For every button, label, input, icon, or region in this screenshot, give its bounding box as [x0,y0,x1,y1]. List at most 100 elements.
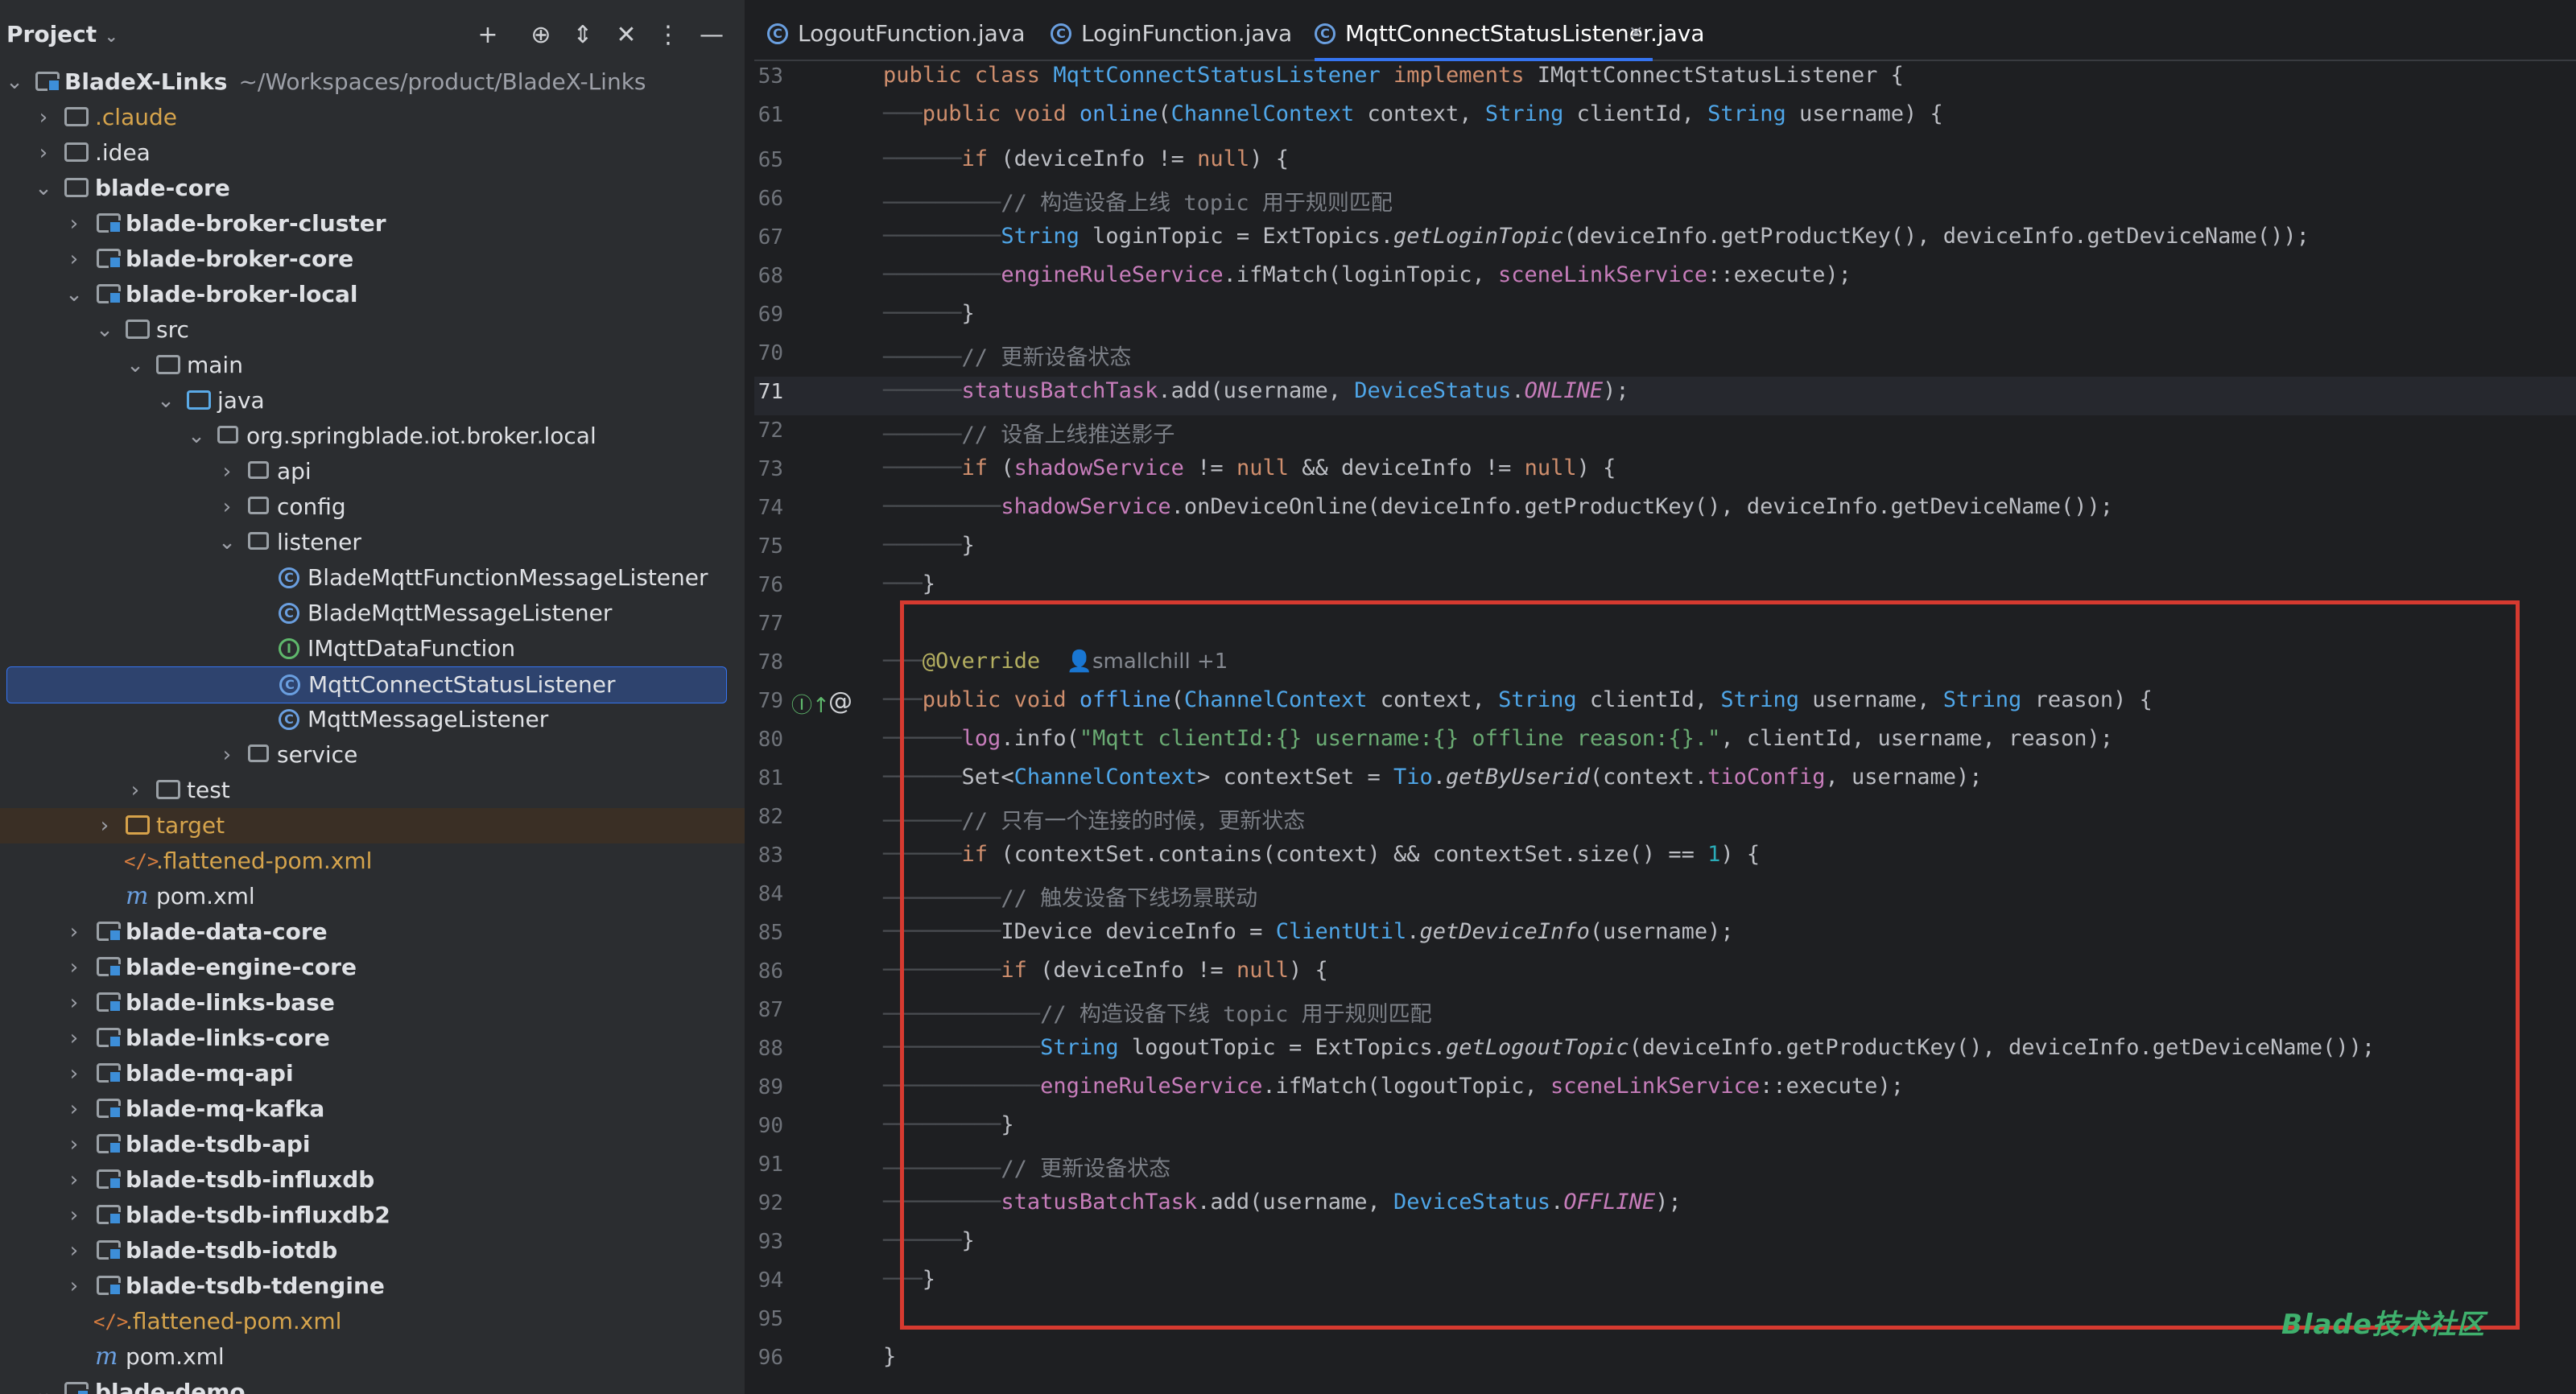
code-line[interactable]: ─────────engineRuleService.ifMatch(login… [883,262,1852,287]
tree-item[interactable]: I IMqttDataFunction [0,631,745,666]
tree-item[interactable]: m pom.xml [0,879,745,914]
tree-item[interactable]: › blade-tsdb-tdengine [0,1268,745,1304]
minimize-icon[interactable]: — [696,19,728,52]
tree-item[interactable]: › blade-links-core [0,1021,745,1056]
chevron-right-icon[interactable]: › [217,454,237,489]
chevron-down-icon[interactable]: ⌄ [34,171,53,206]
chevron-right-icon[interactable]: › [64,1233,84,1268]
line-number: 94 [758,1268,783,1293]
chevron-down-icon[interactable]: ⌄ [5,64,24,100]
tree-item[interactable]: › blade-mq-api [0,1056,745,1091]
tree-item[interactable]: ⌄ org.springblade.iot.broker.local [0,419,745,454]
tree-item[interactable]: › blade-broker-core [0,241,745,277]
code-line[interactable]: ──────} [883,301,975,326]
tree-item[interactable]: ⌄ listener [0,525,745,560]
chevron-right-icon[interactable]: › [64,241,84,277]
code-line[interactable]: public class MqttConnectStatusListener i… [883,63,1904,88]
tree-item[interactable]: C BladeMqttMessageListener [0,596,745,631]
code-line[interactable]: ──────// 更新设备状态 [883,340,1131,371]
chevron-right-icon[interactable]: › [217,489,237,525]
tree-item[interactable]: › blade-mq-kafka [0,1091,745,1127]
tree-item[interactable]: </> .flattened-pom.xml [0,1304,745,1339]
tree-item[interactable]: › .idea [0,135,745,171]
tree-item[interactable]: m pom.xml [0,1339,745,1375]
chevron-down-icon[interactable]: ⌄ [187,419,206,454]
chevron-right-icon[interactable]: › [34,100,53,135]
tree-item-selected[interactable]: C MqttConnectStatusListener [6,666,727,703]
tree-item[interactable]: › blade-tsdb-api [0,1127,745,1162]
chevron-down-icon[interactable]: ⌄ [126,348,145,383]
tree-item[interactable]: ⌄ blade-core [0,171,745,206]
tree-item[interactable]: </> .flattened-pom.xml [0,843,745,879]
locate-icon[interactable]: ⊕ [525,19,557,52]
code-line[interactable]: ─────────String loginTopic = ExtTopics.g… [883,224,2310,249]
tree-item[interactable]: › blade-tsdb-influxdb [0,1162,745,1198]
tree-item[interactable]: › .claude [0,100,745,135]
line-number: 77 [758,612,783,636]
code-line[interactable]: ──────// 设备上线推送影子 [883,417,1174,448]
chevron-right-icon[interactable]: › [64,985,84,1021]
chevron-right-icon[interactable]: › [64,950,84,985]
chevron-right-icon[interactable]: › [34,135,53,171]
code-line[interactable]: ─────────// 构造设备上线 topic 用于规则匹配 [883,185,1393,217]
code-line-current[interactable]: ──────statusBatchTask.add(username, Devi… [883,378,1629,403]
tree-item[interactable]: › blade-tsdb-influxdb2 [0,1198,745,1233]
chevron-down-icon[interactable]: ⌄ [156,383,175,419]
line-number: 79 [758,689,783,713]
tree-item[interactable]: › test [0,773,745,808]
chevron-right-icon[interactable]: › [217,737,237,773]
code-line[interactable]: ──────if (shadowService != null && devic… [883,456,1616,480]
collapse-all-icon[interactable]: ✕ [610,19,642,52]
code-line[interactable]: ───} [883,571,935,596]
code-line[interactable]: ─────────shadowService.onDeviceOnline(de… [883,494,2113,519]
chevron-right-icon[interactable]: › [64,1091,84,1127]
chevron-right-icon[interactable]: › [64,914,84,950]
tree-item-label: blade-links-core [126,1025,330,1051]
code-line[interactable]: } [883,1344,896,1369]
chevron-down-icon[interactable]: ⌄ [95,312,114,348]
chevron-right-icon[interactable]: › [64,1021,84,1056]
chevron-right-icon[interactable]: › [64,1127,84,1162]
tree-item[interactable]: › config [0,489,745,525]
chevron-right-icon[interactable]: › [64,206,84,241]
tree-item[interactable]: ⌄ java [0,383,745,419]
tree-item[interactable]: › service [0,737,745,773]
at-icon[interactable]: @ [828,687,852,716]
code-line[interactable]: ──────} [883,533,975,558]
tree-item[interactable]: › api [0,454,745,489]
line-gutter[interactable]: 53 61 65 66 67 68 69 70 71 72 73 74 75 7… [754,61,883,1394]
chevron-right-icon[interactable]: › [126,773,145,808]
tree-item[interactable]: C MqttMessageListener [0,702,745,737]
code-line[interactable]: ───public void online(ChannelContext con… [883,101,1943,126]
chevron-down-icon[interactable]: ⌄ [217,525,237,560]
project-title[interactable]: Project ⌄ [6,21,118,47]
tree-item[interactable]: › blade-data-core [0,914,745,950]
code-line[interactable]: ──────if (deviceInfo != null) { [883,146,1289,171]
tree-item[interactable]: ⌄ blade-demo [0,1375,745,1394]
expand-all-icon[interactable]: ⇕ [567,19,599,52]
interface-icon: I [279,638,299,659]
chevron-right-icon[interactable]: › [64,1198,84,1233]
tree-item[interactable]: C BladeMqttFunctionMessageListener [0,560,745,596]
tree-item[interactable]: › blade-broker-cluster [0,206,745,241]
add-icon[interactable]: + [472,19,504,52]
chevron-down-icon[interactable]: ⌄ [64,277,84,312]
tree-item[interactable]: ⌄ main [0,348,745,383]
tree-item[interactable]: ⌄ src [0,312,745,348]
tree-item[interactable]: › blade-tsdb-iotdb [0,1233,745,1268]
tree-item[interactable]: ⌄ blade-broker-local [0,277,745,312]
tree-item[interactable]: › blade-links-base [0,985,745,1021]
tab-mqtt-connect-status-listener[interactable]: C MqttConnectStatusListener.java ✕ [1315,8,1705,61]
more-options-icon[interactable]: ⋮ [652,19,684,52]
tree-item[interactable]: › target [0,808,745,843]
tree-item-root[interactable]: ⌄ BladeX-Links ~/Workspaces/product/Blade… [0,64,745,100]
implement-method-icon[interactable]: Ⓘ↑ [791,689,830,719]
chevron-right-icon[interactable]: › [95,808,114,843]
chevron-right-icon[interactable]: › [64,1268,84,1304]
close-tab-icon[interactable]: ✕ [1629,8,1643,60]
chevron-down-icon[interactable]: ⌄ [34,1375,53,1394]
tree-item[interactable]: › blade-engine-core [0,950,745,985]
panel-divider[interactable] [745,0,754,1394]
chevron-right-icon[interactable]: › [64,1056,84,1091]
chevron-right-icon[interactable]: › [64,1162,84,1198]
